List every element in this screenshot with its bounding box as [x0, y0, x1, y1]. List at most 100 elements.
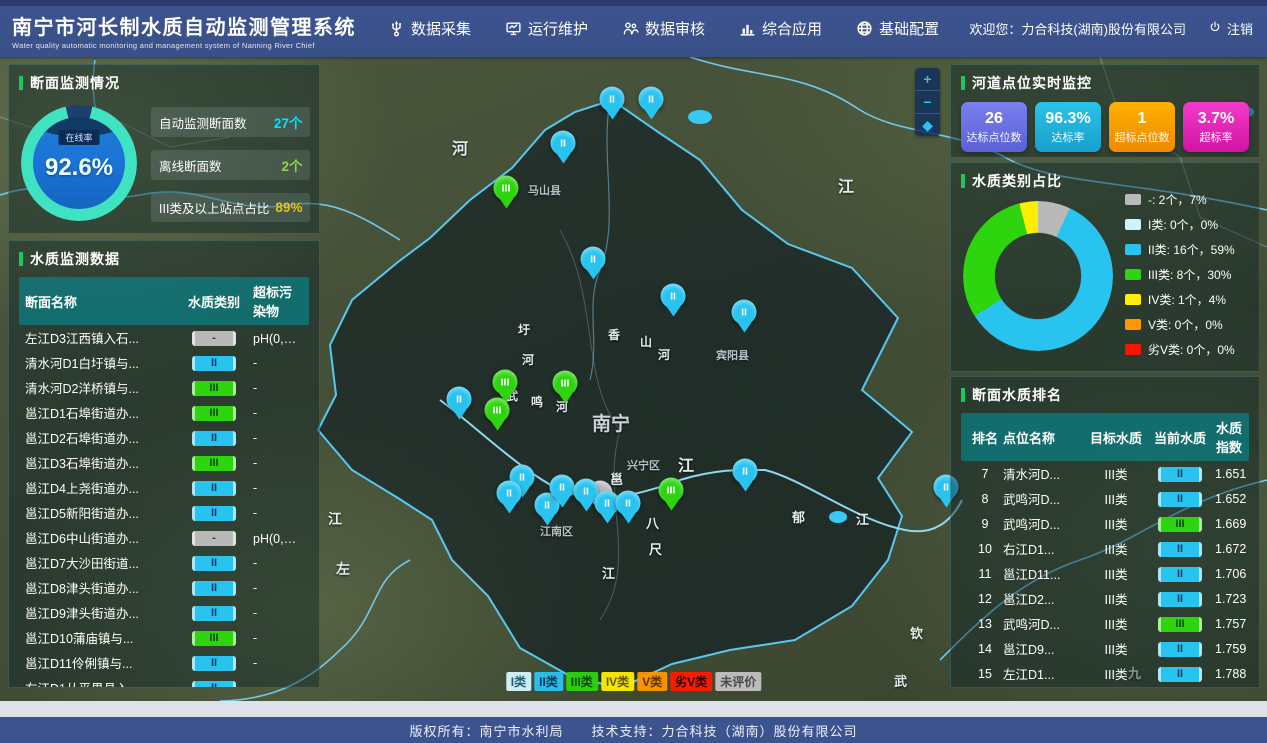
marker-tail	[666, 307, 680, 317]
map-marker-II[interactable]: II	[661, 284, 686, 309]
map-marker-II[interactable]: II	[551, 131, 576, 156]
map-extent-button[interactable]: ◆	[915, 114, 940, 136]
map-label-1: 马山县	[528, 182, 561, 198]
grade-badge: II	[192, 506, 236, 521]
card-value: 3.7%	[1198, 110, 1234, 128]
table-row: 左江D3江西镇入石...-pH(0,1) 溶解...	[19, 325, 309, 350]
map-marker-II[interactable]: II	[733, 459, 758, 484]
map-area[interactable]: 河马山县江圩河香山河宾阳县武鸣河南宁兴宁区江邕江南区八尺江左江郁江钦武九 III…	[0, 57, 1267, 701]
section-name: 邕江D7大沙田街道...	[25, 553, 175, 572]
quality-index: 1.652	[1215, 492, 1246, 506]
grade-cell: II	[175, 580, 253, 596]
welcome-text: 欢迎您：力合科技(湖南)股份有限公司	[969, 19, 1186, 38]
nav-ops-maintain[interactable]: 运行维护	[505, 18, 588, 39]
grade-badge: II	[192, 681, 236, 689]
grade-badge: II	[1158, 642, 1202, 657]
marker-label: II	[560, 137, 566, 149]
grade-badge: II	[192, 356, 236, 371]
map-marker-II[interactable]: II	[616, 491, 641, 516]
map-label-0: 河	[452, 135, 468, 159]
card-value: 96.3%	[1045, 110, 1090, 128]
grade-cell: II	[175, 355, 253, 371]
pollutant-cell: -	[253, 506, 303, 520]
table-row: 邕江D8津头街道办...II-	[19, 575, 309, 600]
card-label: 达标率	[1052, 129, 1085, 145]
ranking-row: 8武鸣河D...III类II1.652	[961, 486, 1249, 511]
target-grade: III类	[1087, 664, 1145, 683]
barchart-icon	[739, 20, 756, 37]
map-marker-II[interactable]: II	[550, 475, 575, 500]
monitor-col-0: 断面名称	[25, 292, 175, 311]
monitor-table-body: 左江D3江西镇入石...-pH(0,1) 溶解... 清水河D1白圩镇与... II…	[19, 325, 309, 688]
map-marker-III[interactable]: III	[494, 176, 519, 201]
legend-chip-I类: I类	[506, 672, 531, 691]
map-label-15: 邕	[610, 469, 623, 488]
people-icon	[622, 20, 639, 37]
map-marker-II[interactable]: II	[497, 481, 522, 506]
map-marker-II[interactable]: II	[447, 387, 472, 412]
city-boundary	[318, 100, 912, 688]
target-grade: III类	[1087, 564, 1145, 583]
table-row: 清水河D2洋桥镇与... III -	[19, 375, 309, 400]
map-marker-III[interactable]: III	[659, 478, 684, 503]
stat-value: 89%	[275, 200, 302, 215]
legend-text: IV类: 1个，4%	[1148, 291, 1226, 308]
grade-badge: III	[192, 631, 236, 646]
grade-badge: III	[192, 381, 236, 396]
marker-tail	[490, 421, 504, 431]
marker-tail	[540, 516, 554, 526]
legend-chip-IV类: IV类	[601, 672, 634, 691]
point-name: 左江D1...	[1003, 664, 1087, 683]
table-row: 邕江D4上尧街道办...II-	[19, 475, 309, 500]
map-marker-II[interactable]: II	[581, 247, 606, 272]
legend-swatch	[1125, 244, 1141, 255]
monitor-table-header: 断面名称水质类别超标污染物	[19, 277, 309, 325]
grade-badge: II	[1158, 492, 1202, 507]
panel-overview: 断面监测情况 在线率 92.6% 自动监测断面数27个离线断面数2个III类及以…	[8, 64, 320, 234]
panel-realtime-title: 河道点位实时监控	[961, 73, 1249, 93]
map-marker-III[interactable]: III	[493, 370, 518, 395]
grade-badge: II	[192, 606, 236, 621]
grade-cell: II	[175, 430, 253, 446]
pollutant-cell: -	[253, 381, 303, 395]
monitor-icon	[505, 20, 522, 37]
rank-cell: 13	[967, 617, 1003, 631]
nav-data-audit[interactable]: 数据审核	[622, 18, 705, 39]
section-name: 邕江D10蒲庙镇与...	[25, 628, 175, 647]
marker-label: II	[519, 471, 525, 483]
target-grade: III类	[1087, 539, 1145, 558]
point-name: 武鸣河D...	[1003, 489, 1087, 508]
current-grade: II	[1145, 541, 1215, 557]
section-name: 邕江D11伶俐镇与...	[25, 653, 175, 672]
map-marker-III[interactable]: III	[485, 398, 510, 423]
realtime-card-0: 26达标点位数	[961, 102, 1027, 152]
grade-cell: II	[175, 480, 253, 496]
legend-swatch	[1125, 194, 1141, 205]
nav-basic-config[interactable]: 基础配置	[856, 18, 939, 39]
section-name: 邕江D4上尧街道办...	[25, 478, 175, 497]
logout-button[interactable]: 注销	[1208, 19, 1253, 38]
nav-data-collect[interactable]: 数据采集	[388, 18, 471, 39]
section-name: 清水河D2洋桥镇与...	[25, 378, 175, 397]
section-name: 清水河D1白圩镇与...	[25, 353, 175, 372]
map-zoom-in-button[interactable]: +	[915, 68, 940, 91]
legend-chip-V类: V类	[637, 672, 667, 691]
legend-item-0: -: 2个，7%	[1125, 191, 1249, 208]
map-label-5: 香	[608, 326, 620, 343]
marker-label: III	[561, 377, 570, 389]
rank-cell: 11	[967, 567, 1003, 581]
map-marker-II[interactable]: II	[600, 87, 625, 112]
map-marker-II[interactable]: II	[639, 87, 664, 112]
current-grade: III	[1145, 516, 1215, 532]
panel-category-title: 水质类别占比	[961, 171, 1249, 191]
map-label-7: 河	[658, 346, 670, 363]
map-label-18: 尺	[649, 539, 662, 558]
map-marker-III[interactable]: III	[553, 371, 578, 396]
map-marker-II[interactable]: II	[732, 300, 757, 325]
current-grade: II	[1145, 466, 1215, 482]
quality-index: 1.669	[1215, 517, 1246, 531]
rank-cell: 8	[967, 492, 1003, 506]
map-zoom-out-button[interactable]: −	[915, 91, 940, 114]
nav-comprehensive-app[interactable]: 综合应用	[739, 18, 822, 39]
marker-label: III	[493, 404, 502, 416]
